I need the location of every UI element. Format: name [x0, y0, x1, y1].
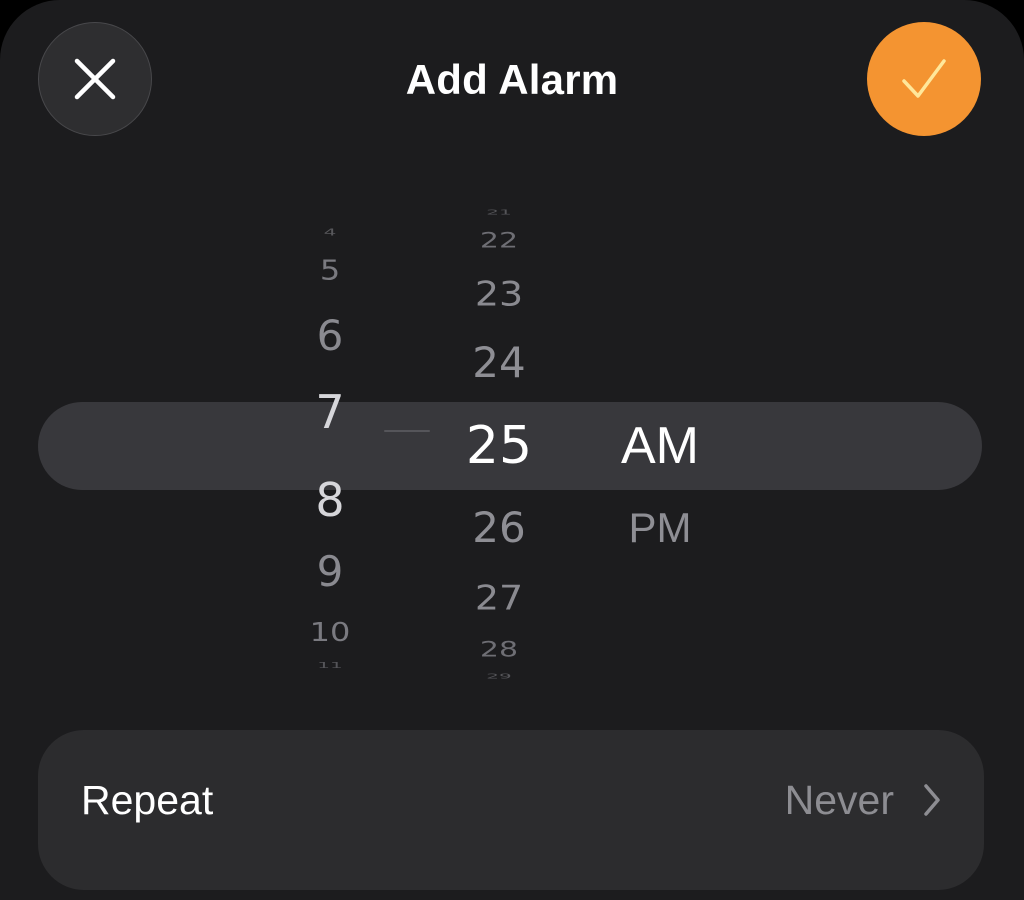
- repeat-row[interactable]: Repeat Never: [38, 730, 984, 890]
- checkmark-icon: [902, 59, 946, 98]
- hour-option[interactable]: 6: [270, 315, 390, 357]
- minute-option-selected[interactable]: 25: [439, 420, 559, 472]
- period-wheel[interactable]: AM PM: [600, 190, 720, 700]
- hour-option[interactable]: 5: [270, 256, 390, 283]
- minute-option[interactable]: 23: [439, 277, 559, 311]
- hour-option[interactable]: 9: [270, 551, 390, 593]
- minute-option[interactable]: 27: [439, 581, 559, 615]
- confirm-button[interactable]: [867, 22, 981, 136]
- period-option[interactable]: PM: [600, 507, 720, 549]
- hour-option[interactable]: 11: [270, 661, 390, 669]
- add-alarm-sheet: Add Alarm 4 5 6 7 8 9 10 11 21 22 23 24 …: [0, 0, 1024, 900]
- period-option-selected[interactable]: AM: [600, 420, 720, 472]
- repeat-value: Never: [784, 777, 894, 823]
- minute-option[interactable]: 29: [439, 673, 559, 680]
- chevron-right-icon: [924, 784, 940, 816]
- time-picker: 4 5 6 7 8 9 10 11 21 22 23 24 25 26 27 2…: [0, 190, 1024, 700]
- minute-option[interactable]: 22: [439, 230, 559, 252]
- minute-option[interactable]: 26: [439, 507, 559, 549]
- hour-option[interactable]: 10: [270, 619, 390, 645]
- minute-option[interactable]: 21: [439, 209, 559, 216]
- minute-wheel[interactable]: 21 22 23 24 25 26 27 28 29: [439, 190, 559, 700]
- repeat-label: Repeat: [81, 777, 214, 823]
- hour-wheel[interactable]: 4 5 6 7 8 9 10 11: [270, 190, 390, 700]
- hour-option-selected[interactable]: 7: [270, 389, 390, 435]
- picker-divider: [384, 430, 430, 432]
- hour-option[interactable]: 4: [270, 227, 390, 237]
- minute-option[interactable]: 28: [439, 639, 559, 661]
- minute-option[interactable]: 24: [439, 342, 559, 384]
- hour-option[interactable]: 8: [270, 477, 390, 523]
